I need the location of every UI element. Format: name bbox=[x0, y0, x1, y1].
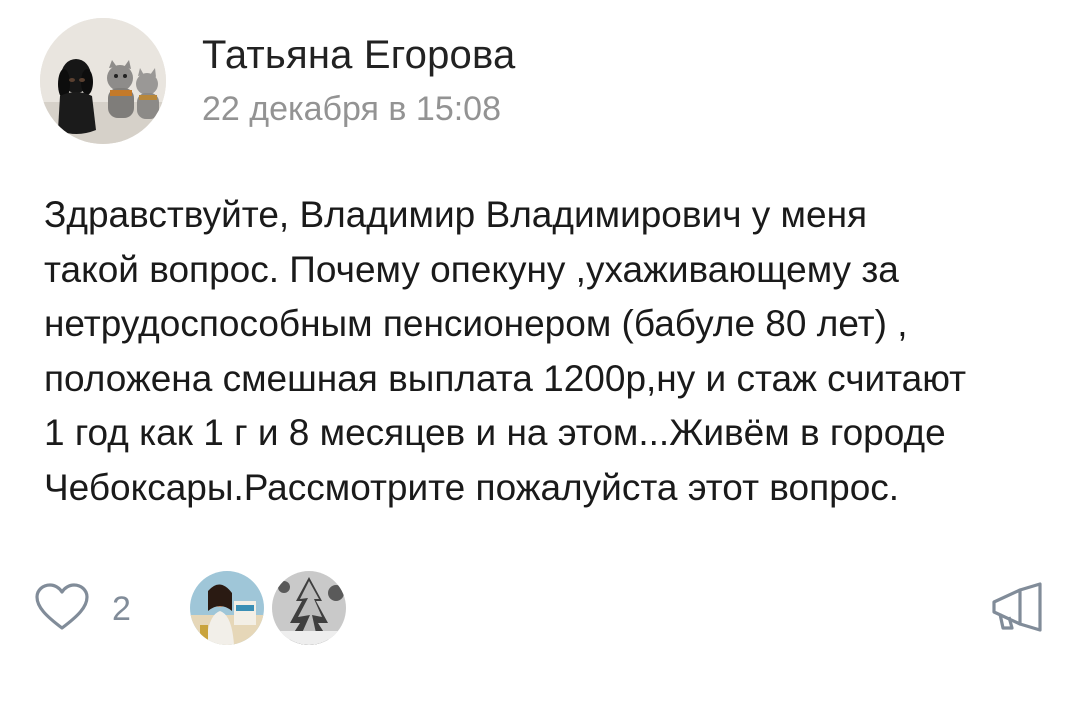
like-button[interactable]: 2 bbox=[34, 582, 131, 637]
post-timestamp[interactable]: 22 декабря в 15:08 bbox=[202, 87, 515, 131]
liker-avatar-image bbox=[272, 571, 346, 645]
liker-avatar[interactable] bbox=[190, 571, 264, 645]
liker-avatar-image bbox=[190, 571, 264, 645]
liker-avatar[interactable] bbox=[272, 571, 346, 645]
avatar-image bbox=[40, 18, 166, 144]
share-button[interactable] bbox=[990, 582, 1044, 637]
author-meta: Татьяна Егорова 22 декабря в 15:08 bbox=[202, 31, 515, 131]
megaphone-icon bbox=[990, 582, 1044, 636]
likers-avatars bbox=[190, 571, 354, 645]
heart-outline-icon bbox=[34, 582, 90, 637]
author-name[interactable]: Татьяна Егорова bbox=[202, 31, 515, 79]
post-card: Татьяна Егорова 22 декабря в 15:08 Здрав… bbox=[0, 0, 1080, 705]
post-footer: 2 bbox=[34, 568, 1044, 648]
like-count: 2 bbox=[112, 590, 131, 628]
author-avatar[interactable] bbox=[40, 18, 166, 144]
post-header: Татьяна Егорова 22 декабря в 15:08 bbox=[40, 17, 515, 145]
post-text: Здравствуйте, Владимир Владимирович у ме… bbox=[44, 194, 967, 508]
